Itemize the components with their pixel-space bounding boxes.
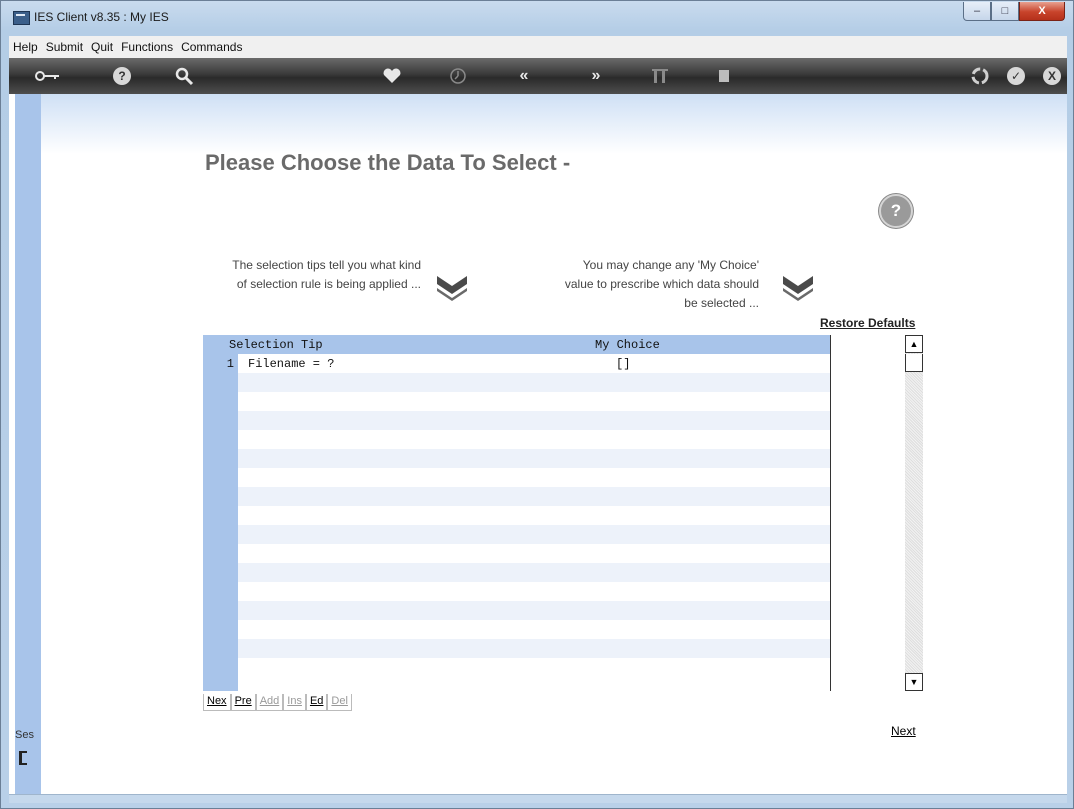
selection-tip-hint: The selection tips tell you what kind of… [211,256,421,294]
next-row-button[interactable]: Nex [203,694,231,711]
vertical-scrollbar[interactable]: ▲ ▼ [905,335,923,691]
table-row[interactable]: 1 Filename = ? [] [227,354,830,373]
selection-grid: Selection Tip My Choice 1 Filename = ? [] [203,335,831,691]
previous-row-button[interactable]: Pre [230,694,256,711]
tools-icon[interactable] [649,65,671,87]
key-icon[interactable] [33,65,63,87]
menu-functions[interactable]: Functions [117,40,177,54]
scroll-down-button[interactable]: ▼ [905,673,923,691]
chevron-down-icon [783,276,813,301]
table-row[interactable] [238,373,830,392]
table-row[interactable] [238,468,830,487]
status-bar [9,794,1067,803]
menu-submit[interactable]: Submit [42,40,87,54]
window-title: IES Client v8.35 : My IES [34,10,169,24]
close-icon[interactable]: X [1041,65,1063,87]
heart-icon[interactable] [381,65,403,87]
stop-icon[interactable] [713,65,735,87]
recycle-icon[interactable] [969,65,991,87]
my-choice-hint: You may change any 'My Choice' value to … [511,256,759,313]
hint-line: value to prescribe which data should [564,277,759,291]
menu-help[interactable]: Help [9,40,42,54]
table-row[interactable] [238,411,830,430]
column-header-my-choice[interactable]: My Choice [595,338,660,352]
scroll-up-button[interactable]: ▲ [905,335,923,353]
insert-row-button[interactable]: Ins [283,694,306,711]
table-row[interactable] [238,582,830,601]
row-action-buttons: Nex Pre Add Ins Ed Del [203,694,352,711]
search-icon[interactable] [173,65,195,87]
close-window-button[interactable]: X [1019,2,1065,21]
my-choice-cell[interactable]: [] [616,357,630,371]
check-icon[interactable]: ✓ [1005,65,1027,87]
table-row[interactable] [238,487,830,506]
table-row[interactable] [238,506,830,525]
application-window: IES Client v8.35 : My IES – □ X Help Sub… [0,0,1074,809]
hint-line: The selection tips tell you what kind [232,258,421,272]
page-title: Please Choose the Data To Select - [205,150,571,175]
scroll-thumb[interactable] [905,354,923,372]
title-bar[interactable]: IES Client v8.35 : My IES – □ X [1,1,1073,36]
toolbar: ? « » ✓ X [9,58,1067,94]
table-row[interactable] [238,639,830,658]
hint-line: be selected ... [684,296,759,310]
selection-tip-cell: Filename = ? [248,357,335,371]
hint-line: You may change any 'My Choice' [582,258,759,272]
minimize-button[interactable]: – [963,2,991,21]
forward-icon[interactable]: » [585,65,607,87]
table-row[interactable] [238,544,830,563]
edit-row-button[interactable]: Ed [305,694,328,711]
maximize-button[interactable]: □ [991,2,1019,21]
main-panel: Please Choose the Data To Select - ? The… [41,94,1067,794]
session-icon[interactable] [19,751,27,765]
grid-header: Selection Tip My Choice [203,335,830,354]
menu-quit[interactable]: Quit [87,40,117,54]
table-row[interactable] [238,430,830,449]
table-row[interactable] [238,620,830,639]
rewind-icon[interactable]: « [513,65,535,87]
window-controls: – □ X [963,2,1065,23]
menu-commands[interactable]: Commands [177,40,246,54]
session-sidebar [15,94,41,794]
menu-bar: Help Submit Quit Functions Commands [9,36,1067,59]
delete-row-button[interactable]: Del [327,694,352,711]
table-row[interactable] [238,449,830,468]
app-icon [13,11,30,25]
clock-icon[interactable] [447,65,469,87]
table-row[interactable] [238,658,830,677]
help-icon[interactable]: ? [111,65,133,87]
session-label: Ses [15,729,34,741]
row-number-column [203,335,238,691]
table-row[interactable] [238,392,830,411]
hint-line: of selection rule is being applied ... [236,277,421,291]
table-row[interactable] [238,601,830,620]
column-header-selection-tip[interactable]: Selection Tip [229,338,323,352]
add-row-button[interactable]: Add [255,694,284,711]
next-button[interactable]: Next [891,724,916,738]
row-number: 1 [226,357,234,371]
table-row[interactable] [238,563,830,582]
table-row[interactable] [238,525,830,544]
restore-defaults-link[interactable]: Restore Defaults [820,316,915,330]
chevron-down-icon [437,276,467,301]
help-button[interactable]: ? [879,194,913,228]
